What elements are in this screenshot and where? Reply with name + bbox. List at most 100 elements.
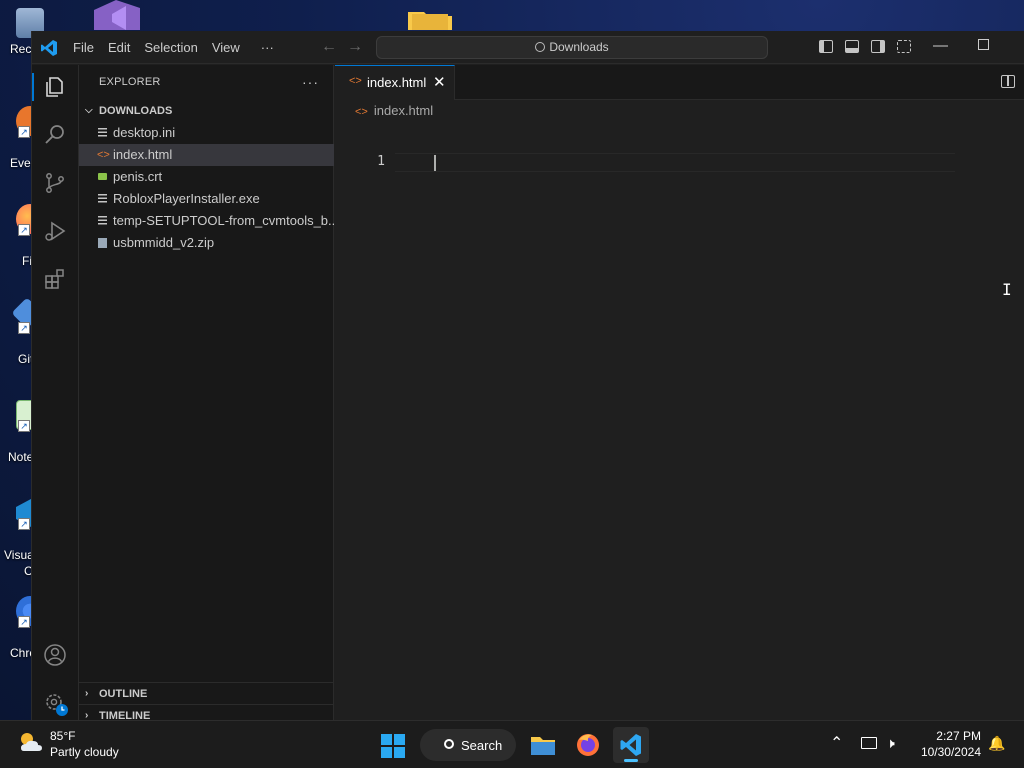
minimize-icon[interactable]: —: [933, 37, 948, 54]
zip-file-icon: [98, 238, 107, 248]
weather-condition[interactable]: Partly cloudy: [50, 745, 119, 759]
notifications-icon[interactable]: 🔔: [988, 735, 1005, 752]
customize-layout-icon[interactable]: [897, 40, 911, 53]
chevron-right-icon: ›: [85, 688, 89, 699]
breadcrumb-label: index.html: [373, 103, 434, 118]
text-file-icon: [98, 194, 107, 203]
tab-bar: <> index.html ✕: [335, 65, 1024, 100]
partly-cloudy-icon[interactable]: [18, 731, 44, 753]
menu-bar: File Edit Selection View ···: [66, 31, 281, 64]
vscode-window: File Edit Selection View ··· ← → Downloa…: [31, 31, 1024, 720]
clock-time[interactable]: 2:27 PM: [936, 729, 981, 743]
explorer-icon[interactable]: [32, 73, 67, 101]
shortcut-arrow-icon: ↗: [18, 322, 30, 334]
outline-label: OUTLINE: [99, 688, 148, 700]
search-label: Search: [461, 738, 503, 753]
file-item[interactable]: usbmmidd_v2.zip: [79, 232, 334, 254]
volume-muted-icon[interactable]: 🕨: [886, 735, 895, 752]
explorer-title: EXPLORER: [99, 76, 161, 88]
firefox-taskbar-button[interactable]: [570, 727, 606, 763]
chevron-right-icon: ›: [85, 710, 89, 720]
shortcut-arrow-icon: ↗: [18, 518, 30, 530]
folder-desktop-icon[interactable]: [408, 0, 452, 30]
close-icon[interactable]: ✕: [433, 73, 446, 91]
vscode-logo-icon: [40, 39, 58, 57]
timeline-section-header[interactable]: › TIMELINE: [79, 704, 334, 720]
start-button[interactable]: [381, 734, 405, 758]
file-label: RobloxPlayerInstaller.exe: [113, 191, 260, 206]
taskbar-search[interactable]: Search: [420, 729, 516, 761]
settings-icon[interactable]: [43, 691, 68, 716]
text-file-icon: [98, 216, 107, 225]
account-icon[interactable]: [43, 643, 67, 667]
source-control-icon[interactable]: [43, 171, 67, 195]
taskbar: 85°F Partly cloudy Search ⌃ 🕨 2:27 PM 10…: [0, 720, 1024, 768]
ibeam-cursor-icon: I: [1002, 280, 1012, 299]
run-debug-icon[interactable]: [43, 219, 67, 243]
editor-area: <> index.html ✕ <> index.html 1 I: [335, 65, 1024, 720]
active-app-indicator: [624, 759, 638, 762]
toggle-panel-icon[interactable]: [845, 40, 859, 53]
file-item[interactable]: <> index.html: [79, 144, 334, 166]
file-label: usbmmidd_v2.zip: [113, 235, 215, 250]
file-explorer-taskbar-button[interactable]: [525, 727, 561, 763]
command-center-label: Downloads: [549, 40, 609, 54]
toggle-secondary-sidebar-icon[interactable]: [871, 40, 885, 53]
timeline-label: TIMELINE: [99, 710, 151, 720]
desktop-icon-label: Visua: [4, 548, 34, 562]
shortcut-arrow-icon: ↗: [18, 616, 30, 628]
menu-more[interactable]: ···: [247, 31, 281, 64]
command-center[interactable]: Downloads: [376, 36, 768, 59]
search-icon: [535, 42, 546, 52]
toggle-primary-sidebar-icon[interactable]: [819, 40, 833, 53]
shortcut-arrow-icon: ↗: [18, 224, 30, 236]
lock-icon: [98, 173, 107, 180]
html-file-icon: <>: [349, 75, 362, 87]
windows-logo-icon: [381, 734, 392, 745]
split-editor-icon[interactable]: [1001, 75, 1015, 88]
visual-studio-desktop-icon[interactable]: [92, 0, 142, 30]
text-file-icon: [98, 128, 107, 137]
file-label: desktop.ini: [113, 125, 176, 140]
chevron-down-icon: ⌵: [85, 105, 93, 116]
maximize-icon[interactable]: [978, 39, 989, 50]
file-item[interactable]: desktop.ini: [79, 122, 334, 144]
back-arrow-icon[interactable]: ←: [321, 38, 337, 56]
desktop-icon-label: Note: [8, 450, 34, 464]
file-item[interactable]: RobloxPlayerInstaller.exe: [79, 188, 334, 210]
forward-arrow-icon[interactable]: →: [347, 38, 363, 56]
html-file-icon: <>: [355, 106, 368, 118]
activity-bar: [32, 65, 79, 720]
vscode-taskbar-button[interactable]: [613, 727, 649, 763]
explorer-sidebar: EXPLORER ··· ⌵ DOWNLOADS desktop.ini <> …: [79, 65, 334, 720]
menu-file[interactable]: File: [66, 31, 101, 64]
search-icon: [444, 739, 454, 749]
folder-header-downloads[interactable]: ⌵ DOWNLOADS: [79, 100, 334, 122]
shortcut-arrow-icon: ↗: [18, 126, 30, 138]
code-editor[interactable]: [395, 151, 1015, 711]
menu-view[interactable]: View: [205, 31, 247, 64]
file-label: index.html: [113, 147, 173, 162]
chevron-up-icon[interactable]: ⌃: [830, 733, 843, 753]
shortcut-arrow-icon: ↗: [18, 420, 30, 432]
extensions-icon[interactable]: [43, 267, 67, 291]
file-label: penis.crt: [113, 169, 163, 184]
menu-selection[interactable]: Selection: [137, 31, 204, 64]
network-icon[interactable]: [861, 737, 877, 749]
folder-label: DOWNLOADS: [99, 105, 173, 117]
breadcrumb[interactable]: <> index.html: [355, 103, 433, 118]
file-label: temp-SETUPTOOL-from_cvmtools_b...: [113, 213, 334, 228]
weather-temperature[interactable]: 85°F: [50, 729, 75, 743]
html-file-icon: <>: [97, 149, 110, 161]
title-bar: File Edit Selection View ··· ← → Downloa…: [32, 31, 1024, 64]
clock-date[interactable]: 10/30/2024: [921, 745, 981, 759]
tab-label: index.html: [367, 75, 427, 90]
file-item[interactable]: penis.crt: [79, 166, 334, 188]
search-icon[interactable]: [43, 123, 67, 147]
tab-index-html[interactable]: <> index.html ✕: [335, 65, 455, 100]
menu-edit[interactable]: Edit: [101, 31, 137, 64]
outline-section-header[interactable]: › OUTLINE: [79, 682, 334, 704]
file-item[interactable]: temp-SETUPTOOL-from_cvmtools_b...: [79, 210, 334, 232]
line-number: 1: [377, 154, 385, 169]
explorer-more-actions[interactable]: ···: [302, 74, 319, 90]
